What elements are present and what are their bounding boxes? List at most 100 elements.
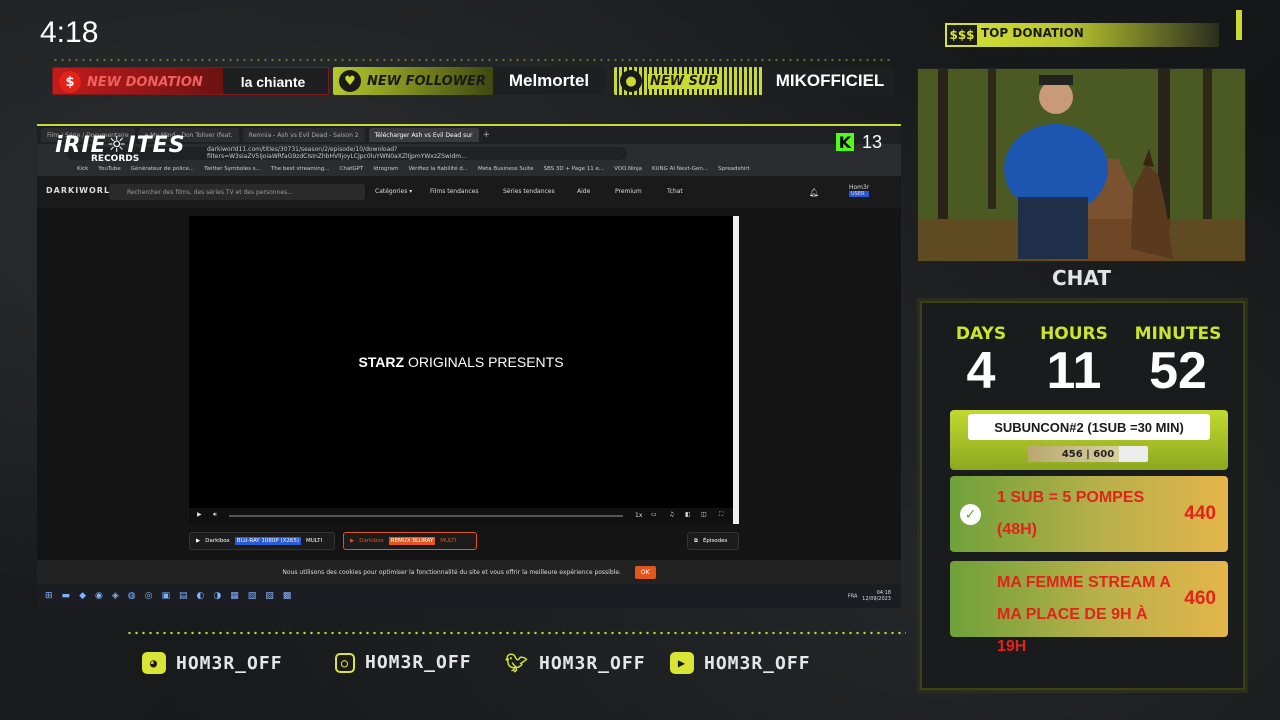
bookmark[interactable]: Vérifiez la fiabilité d... (408, 166, 468, 172)
sub-name: MIKOFFICIEL (775, 71, 885, 90)
bookmark[interactable]: Meta Business Suite (478, 166, 533, 172)
social-youtube[interactable]: ▶ HOM3R_OFF (670, 652, 811, 674)
cookie-banner: Nous utilisons des cookies pour optimise… (37, 560, 901, 584)
days-value: 4 (966, 342, 996, 400)
bookmark[interactable]: SBS 3D + Page 11 e... (543, 166, 604, 172)
top-donation-bar: $$$ TOP DONATION (945, 23, 1219, 47)
app-icon[interactable]: ▧ (248, 591, 257, 601)
subtitles-icon[interactable]: ▭ (651, 511, 657, 518)
source-lang: MULTI (440, 538, 457, 544)
video-player[interactable]: STARZ ORIGINALS PRESENTS ▶ 🔊︎ 1x ▭ ♫ ◧ ◫… (189, 216, 733, 524)
screen-capture: Film / Série / Documentaire e My Mind - … (37, 124, 901, 608)
bookmark[interactable]: Spreadshirt (718, 166, 750, 172)
site-logo[interactable]: DARKIWORLD (46, 186, 118, 195)
browser-icon[interactable]: ◆ (79, 591, 86, 601)
new-tab-icon[interactable]: + (483, 130, 491, 140)
cast-icon[interactable]: ◫ (701, 511, 707, 518)
episodes-label: Épisodes (702, 538, 728, 544)
social-instagram[interactable]: ○ HOM3R_OFF (335, 652, 472, 673)
site-search-input[interactable]: Rechercher des films, des séries TV et d… (109, 184, 365, 200)
youtube-icon: ▶ (670, 652, 694, 674)
webcam-scene (918, 69, 1245, 261)
app-icon[interactable]: ▨ (265, 591, 274, 601)
bookmark[interactable]: Twitter Symboles s... (204, 166, 261, 172)
subathon-timer: DAYS 4 HOURS 11 MINUTES 52 (947, 324, 1247, 409)
tray-datetime: 04:18 12/09/2023 (862, 590, 891, 602)
windows-start-icon[interactable]: ⊞ (45, 591, 53, 601)
nav-trending-films[interactable]: Films tendances (430, 188, 478, 195)
browser-tab-active[interactable]: Télécharger Ash vs Evil Dead sur (368, 128, 479, 142)
instagram-icon: ○ (335, 652, 355, 673)
source-option-2[interactable]: ▶ Darkibox REMUX BLURAY MULTI (343, 532, 477, 550)
nav-help[interactable]: Aide (577, 188, 590, 195)
app-icon[interactable]: ▦ (230, 591, 239, 601)
seek-bar[interactable] (229, 515, 623, 517)
browser-tab[interactable]: Remnia - Ash vs Evil Dead - Saison 2 (242, 128, 365, 142)
new-donation-bar: $ NEW DONATION la chiante (52, 67, 329, 95)
video-frame-text: STARZ ORIGINALS PRESENTS (189, 354, 733, 370)
nav-trending-series[interactable]: Séries tendances (503, 188, 555, 195)
social-twitter[interactable]: 🐦︎ HOM3R_OFF (505, 652, 646, 674)
player-scrollbar[interactable] (733, 216, 739, 524)
social-handle: HOM3R_OFF (365, 652, 472, 673)
episodes-button[interactable]: ⧉ Épisodes (687, 532, 739, 550)
minutes-value: 52 (1149, 342, 1207, 400)
file-explorer-icon[interactable]: ▬ (62, 591, 71, 601)
app-icon[interactable]: ◎ (145, 591, 153, 601)
follower-name: Melmortel (508, 71, 590, 90)
timer-days: DAYS 4 (947, 324, 1015, 398)
source-name: Darkibox (359, 538, 384, 544)
donation-label-text: NEW DONATION (87, 74, 203, 90)
pip-icon[interactable]: ◧ (685, 511, 691, 518)
money-icon: $$$ (947, 25, 977, 45)
website-page: DARKIWORLD Rechercher des films, des sér… (37, 176, 901, 560)
chat-label: CHAT (1052, 266, 1111, 290)
bell-icon[interactable]: 🔔︎ (809, 188, 819, 197)
bookmark[interactable]: ChatGPT (340, 166, 364, 172)
user-name: Hom3r (849, 184, 870, 191)
source-lang: MULTI (306, 538, 323, 544)
dotted-divider-top (52, 58, 892, 62)
social-handle: HOM3R_OFF (539, 652, 646, 674)
play-icon[interactable]: ▶ (197, 511, 202, 518)
nav-premium[interactable]: Premium (615, 188, 642, 195)
app-icon[interactable]: ◐ (197, 591, 205, 601)
social-discord[interactable]: ◕ HOM3R_OFF (142, 652, 283, 674)
source-name: Darkibox (205, 538, 230, 544)
nav-categories[interactable]: Catégories ▾ (375, 188, 412, 195)
bookmark[interactable]: Idrogram (373, 166, 398, 172)
audio-icon[interactable]: ♫ (669, 511, 674, 518)
sub-label-text: NEW SUB (648, 73, 721, 89)
app-icon[interactable]: ▤ (179, 591, 188, 601)
fullscreen-icon[interactable]: ⛶ (719, 511, 723, 519)
steam-icon[interactable]: ◉ (95, 591, 103, 601)
app-icon[interactable]: ▣ (161, 591, 170, 601)
user-role-badge: USER (849, 191, 870, 197)
sub-label: ● NEW SUB (620, 67, 721, 95)
bookmark[interactable]: KUNG AI Next-Gen... (652, 166, 708, 172)
user-menu[interactable]: Hom3r USER (849, 184, 870, 197)
app-icon[interactable]: ▩ (283, 591, 292, 601)
source-option-1[interactable]: ▶ Darkibox BLU-RAY 1080P (X265) MULTI (189, 532, 335, 550)
app-icon[interactable]: ◈ (112, 591, 119, 601)
nav-chat[interactable]: Tchat (667, 188, 683, 195)
video-caption: ORIGINALS PRESENTS (407, 354, 564, 370)
goal-value: 460 (1184, 588, 1216, 609)
bookmark[interactable]: VOO.Ninja (614, 166, 642, 172)
app-icon[interactable]: ◑ (213, 591, 221, 601)
discord-icon[interactable]: ◍ (128, 591, 136, 601)
playback-speed[interactable]: 1x (635, 512, 642, 519)
webcam-feed (917, 68, 1246, 262)
goal-value: 440 (1184, 503, 1216, 524)
system-tray[interactable]: FRA 04:18 12/09/2023 (848, 590, 891, 602)
stream-clock: 4:18 (40, 16, 99, 49)
subuncon-progress-text: 456 | 600 (1061, 448, 1115, 460)
cookie-ok-button[interactable]: OK (634, 565, 656, 579)
episodes-icon: ⧉ (694, 537, 698, 544)
accent-right (1236, 10, 1242, 40)
goal-card-2: MA FEMME STREAM A MA PLACE DE 9H À 19H 4… (950, 561, 1228, 655)
volume-icon[interactable]: 🔊︎ (213, 511, 217, 519)
bookmark[interactable]: The best streaming... (271, 166, 330, 172)
check-icon: ✓ (960, 504, 981, 525)
player-controls: ▶ 🔊︎ 1x ▭ ♫ ◧ ◫ ⛶ (189, 508, 733, 524)
